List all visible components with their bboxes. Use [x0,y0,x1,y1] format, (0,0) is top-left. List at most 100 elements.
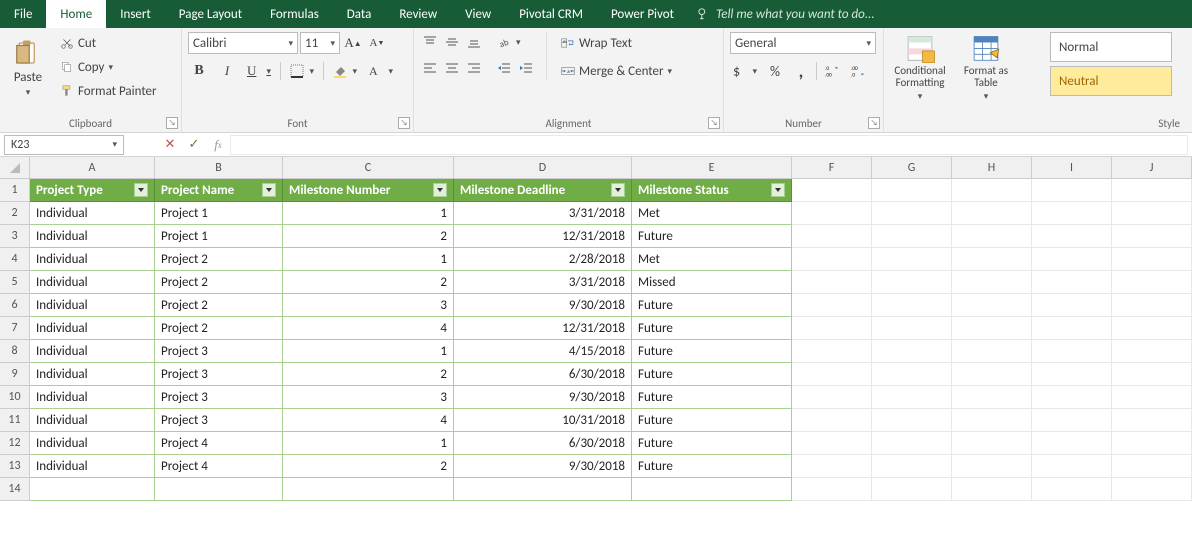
column-header[interactable]: G [872,157,952,178]
paste-button[interactable]: Paste ▾ [6,32,50,104]
table-cell[interactable] [30,478,155,501]
cell[interactable] [1032,202,1112,225]
filter-dropdown-icon[interactable] [433,183,447,197]
cell[interactable] [952,386,1032,409]
table-cell[interactable]: 9/30/2018 [454,455,632,478]
italic-button[interactable]: I [216,60,238,82]
table-cell[interactable]: Met [632,202,792,225]
column-header[interactable]: I [1032,157,1112,178]
cell[interactable] [792,432,872,455]
cell[interactable] [792,179,872,202]
cell[interactable] [952,202,1032,225]
row-header[interactable]: 10 [0,386,30,409]
table-cell[interactable]: 9/30/2018 [454,294,632,317]
accounting-format-button[interactable]: $▾ [730,60,760,82]
cell[interactable] [792,455,872,478]
cell[interactable] [1112,409,1192,432]
cell-style-normal[interactable]: Normal [1050,32,1172,62]
table-cell[interactable]: 2 [283,271,454,294]
cell[interactable] [1032,271,1112,294]
table-cell[interactable]: 12/31/2018 [454,317,632,340]
row-header[interactable]: 2 [0,202,30,225]
accept-icon[interactable]: ✓ [182,135,206,155]
table-header-cell[interactable]: Project Type [30,179,155,202]
align-left-icon[interactable] [420,58,440,78]
row-header[interactable]: 5 [0,271,30,294]
row-header[interactable]: 1 [0,179,30,202]
cell[interactable] [1032,432,1112,455]
table-cell[interactable]: Future [632,409,792,432]
table-cell[interactable]: 1 [283,248,454,271]
cell[interactable] [952,248,1032,271]
table-cell[interactable]: Individual [30,409,155,432]
font-name-select[interactable]: Calibri▾ [188,32,298,54]
tab-view[interactable]: View [451,0,505,28]
cell[interactable] [1032,455,1112,478]
cell[interactable] [1112,386,1192,409]
filter-dropdown-icon[interactable] [771,183,785,197]
cell-style-neutral[interactable]: Neutral [1050,66,1172,96]
row-header[interactable]: 6 [0,294,30,317]
column-header[interactable]: A [30,157,155,178]
tab-pivotal-crm[interactable]: Pivotal CRM [505,0,597,28]
table-cell[interactable]: Project 3 [155,409,283,432]
cancel-icon[interactable]: ✕ [158,135,182,155]
cell[interactable] [1112,317,1192,340]
table-cell[interactable]: Future [632,340,792,363]
table-cell[interactable]: Future [632,432,792,455]
align-center-icon[interactable] [442,58,462,78]
filter-dropdown-icon[interactable] [134,183,148,197]
cell[interactable] [952,363,1032,386]
cell[interactable] [792,225,872,248]
dialog-launcher-icon[interactable]: ↘ [868,117,880,129]
decrease-font-icon[interactable]: A▼ [366,32,388,54]
cell[interactable] [872,478,952,501]
font-size-select[interactable]: 11▾ [300,32,340,54]
cell[interactable] [792,271,872,294]
orientation-icon[interactable]: ab [494,32,514,52]
cell[interactable] [872,294,952,317]
cell[interactable] [1032,225,1112,248]
table-header-cell[interactable]: Milestone Deadline [454,179,632,202]
increase-font-icon[interactable]: A▲ [342,32,364,54]
cell[interactable] [792,202,872,225]
cell[interactable] [1032,248,1112,271]
table-cell[interactable]: 2 [283,225,454,248]
tell-me-search[interactable]: Tell me what you want to do... [688,0,883,28]
cell[interactable] [1032,409,1112,432]
table-cell[interactable]: 1 [283,432,454,455]
table-cell[interactable]: 1 [283,340,454,363]
comma-format-button[interactable]: , [790,60,812,82]
align-middle-icon[interactable] [442,32,462,52]
table-header-cell[interactable]: Project Name [155,179,283,202]
cell[interactable] [1112,478,1192,501]
table-cell[interactable] [632,478,792,501]
tab-formulas[interactable]: Formulas [256,0,333,28]
table-cell[interactable]: Future [632,386,792,409]
table-header-cell[interactable]: Milestone Number [283,179,454,202]
cell[interactable] [1112,202,1192,225]
cell[interactable] [872,317,952,340]
format-painter-button[interactable]: Format Painter [56,80,161,102]
table-cell[interactable]: Individual [30,202,155,225]
cell[interactable] [1112,294,1192,317]
tab-data[interactable]: Data [333,0,386,28]
row-header[interactable]: 8 [0,340,30,363]
table-cell[interactable]: Project 4 [155,455,283,478]
table-cell[interactable]: Project 2 [155,248,283,271]
cell[interactable] [952,432,1032,455]
table-cell[interactable]: 12/31/2018 [454,225,632,248]
cell[interactable] [872,225,952,248]
table-cell[interactable]: 4 [283,317,454,340]
table-cell[interactable]: 6/30/2018 [454,432,632,455]
cell[interactable] [952,340,1032,363]
cell[interactable] [792,478,872,501]
decrease-decimal-icon[interactable]: .00.0 [847,60,869,82]
table-cell[interactable]: Project 2 [155,294,283,317]
row-header[interactable]: 7 [0,317,30,340]
column-header[interactable]: H [952,157,1032,178]
filter-dropdown-icon[interactable] [611,183,625,197]
table-cell[interactable]: Individual [30,271,155,294]
cell[interactable] [872,363,952,386]
select-all-button[interactable] [0,157,30,178]
